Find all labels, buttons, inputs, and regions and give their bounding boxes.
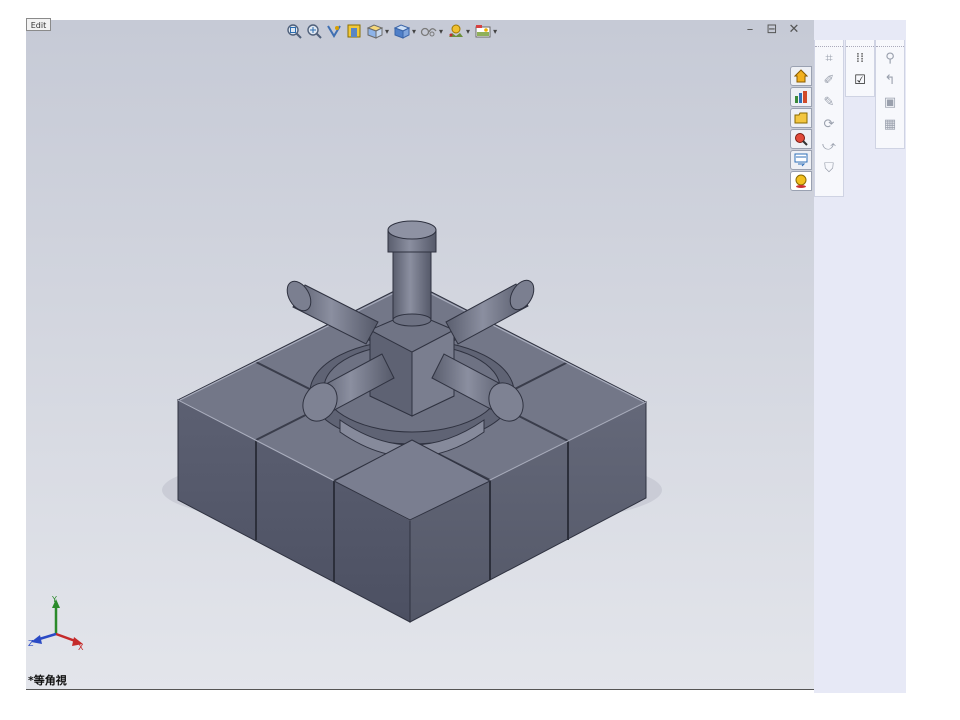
insert-component-icon[interactable]: ▣	[876, 91, 904, 113]
mate-icon[interactable]: ⚲	[876, 47, 904, 69]
file-explorer-icon[interactable]	[790, 108, 812, 128]
triad-x-label: X	[78, 643, 84, 652]
smart-dimension-icon[interactable]: ✐	[815, 69, 843, 91]
pattern-icon[interactable]: ▦	[876, 113, 904, 135]
revolve-icon[interactable]: ⟳	[815, 113, 843, 135]
side-toolbar-panel: ⌗ ✐ ✎ ⟳ ⤻ ⛉ ⁞⁞ ☑ ⚲ ↰ ▣ ▦	[814, 20, 906, 693]
appearances-icon[interactable]	[790, 171, 812, 191]
design-library-icon[interactable]	[790, 87, 812, 107]
view-palette-icon[interactable]	[790, 150, 812, 170]
panel-column-3: ⚲ ↰ ▣ ▦	[875, 40, 905, 149]
home-icon[interactable]	[790, 66, 812, 86]
search-icon[interactable]	[790, 129, 812, 149]
move-component-icon[interactable]: ↰	[876, 69, 904, 91]
task-pane-tabs	[790, 66, 814, 191]
triad-z-label: Z	[28, 639, 34, 648]
extrude-icon[interactable]: ✎	[815, 91, 843, 113]
checklist-icon[interactable]: ☑	[846, 69, 874, 91]
divider	[26, 689, 814, 690]
reference-triad: Y X Z	[28, 595, 84, 652]
loft-icon[interactable]: ⛉	[815, 157, 843, 179]
grid-icon[interactable]: ⁞⁞	[846, 47, 874, 69]
panel-column-1: ⌗ ✐ ✎ ⟳ ⤻ ⛉	[814, 40, 844, 197]
sketch-icon[interactable]: ⌗	[815, 47, 843, 69]
triad-y-label: Y	[51, 595, 57, 604]
panel-column-2: ⁞⁞ ☑	[845, 40, 875, 97]
sweep-icon[interactable]: ⤻	[815, 135, 843, 157]
view-name-label: *等角視	[28, 674, 67, 687]
